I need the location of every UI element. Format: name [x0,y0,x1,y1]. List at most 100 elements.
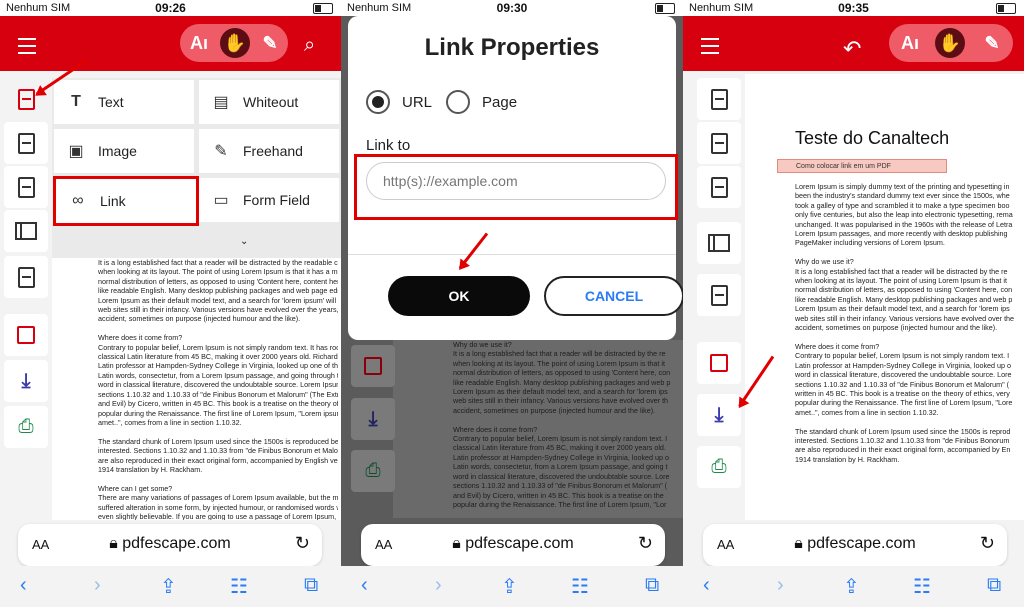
link-properties-dialog: Link Properties URL Page Link to OK CANC… [348,16,683,340]
sidebar-print-button[interactable]: ⎙ [4,406,48,448]
document-body-text: It is a long established fact that a rea… [98,258,338,520]
text-tool-icon[interactable]: Aı [895,28,925,58]
link-annotation[interactable]: Como colocar link em um PDF [777,159,947,173]
print-icon: ⎙ [365,460,381,481]
app-toolbar: ↶ Aı ✋ ✎ [683,16,1024,71]
menu-item-freehand[interactable]: ✎ Freehand [199,129,339,173]
share-icon[interactable]: ⇪ [843,574,860,599]
bookmarks-icon[interactable]: ☷ [230,574,248,599]
menu-item-text[interactable]: T Text [54,80,194,124]
save-icon [364,357,382,375]
ok-button[interactable]: OK [388,276,530,316]
download-icon: ⤓ [21,369,31,392]
hamburger-menu-icon[interactable] [18,38,36,54]
menu-item-form-field[interactable]: ▭ Form Field [199,178,339,222]
pencil-tool-icon[interactable]: ✎ [977,28,1007,58]
sidebar-save-button[interactable] [697,342,741,384]
sidebar-insert-button[interactable] [697,78,741,120]
download-icon: ⤓ [714,403,724,426]
sidebar-print-button[interactable]: ⎙ [351,450,395,492]
menu-item-label: Image [98,143,137,159]
sidebar-bookmark-button[interactable] [4,256,48,298]
sidebar-add-page-button[interactable] [4,122,48,164]
page-tools-icon [710,176,728,198]
share-icon[interactable]: ⇪ [501,574,518,599]
url-radio[interactable] [366,90,390,114]
battery-icon [996,3,1016,14]
hamburger-menu-icon[interactable] [701,38,719,54]
sidebar-save-button[interactable] [4,314,48,356]
forward-icon[interactable]: › [777,574,784,597]
sidebar-thumbnails-button[interactable] [4,210,48,252]
hand-tool-icon[interactable]: ✋ [935,28,965,58]
share-icon[interactable]: ⇪ [160,574,177,599]
chevron-down-icon[interactable]: ⌄ [240,236,248,247]
text-T-icon: T [71,93,81,110]
sidebar-insert-button[interactable] [4,78,48,120]
paint-roller-icon: ▤ [213,94,229,111]
tabs-icon[interactable]: ⧉ [304,574,318,597]
url-value: pdfescape.com [122,535,231,552]
sidebar-thumbnails-button[interactable] [697,222,741,264]
sidebar-add-page-button[interactable] [697,122,741,164]
forward-icon[interactable]: › [435,574,442,597]
battery-icon [313,3,333,14]
panel-insert-menu: Nenhum SIM 09:26 Aı ✋ ✎ ⌕ ⤓ ⎙ T Text ▤ Whi… [0,0,341,607]
reload-icon[interactable]: ↻ [638,533,653,554]
tabs-icon[interactable]: ⧉ [645,574,659,597]
clock: 09:26 [155,1,186,15]
document-body-text: Lorem Ipsum is simply dummy text of the … [795,182,1015,464]
dialog-title: Link Properties [424,34,600,61]
insert-menu: T Text ▤ Whiteout ▣ Image ✎ Freehand ∞ Link ▭… [52,78,341,258]
menu-item-image[interactable]: ▣ Image [54,129,194,173]
pencil-icon: ✎ [214,143,228,160]
hand-tool-icon[interactable]: ✋ [220,28,250,58]
sidebar-download-button[interactable]: ⤓ [351,398,395,440]
back-icon[interactable]: ‹ [20,574,27,597]
page-radio[interactable] [446,90,470,114]
reload-icon[interactable]: ↻ [980,533,995,554]
sidebar-download-button[interactable]: ⤓ [4,360,48,402]
url-text: 🔒︎ pdfescape.com [794,535,916,552]
pencil-tool-icon[interactable]: ✎ [255,28,285,58]
sidebar-page-tools-button[interactable] [697,166,741,208]
add-page-icon [710,132,728,154]
menu-item-label: Link [100,193,126,209]
back-icon[interactable]: ‹ [703,574,710,597]
address-bar[interactable]: AA 🔒︎ pdfescape.com ↻ [18,524,322,566]
url-text: 🔒︎ pdfescape.com [109,535,231,552]
search-icon[interactable]: ⌕ [304,34,326,56]
back-icon[interactable]: ‹ [361,574,368,597]
sidebar: ⤓ ⎙ [4,78,48,478]
sidebar-print-button[interactable]: ⎙ [697,446,741,488]
url-value: pdfescape.com [465,535,574,552]
status-bar: Nenhum SIM 09:26 [0,0,341,16]
menu-item-label: Whiteout [243,94,299,110]
sidebar-bookmark-button[interactable] [697,274,741,316]
tabs-icon[interactable]: ⧉ [987,574,1001,597]
reload-icon[interactable]: ↻ [295,533,310,554]
sidebar-download-button[interactable]: ⤓ [697,394,741,436]
forward-icon[interactable]: › [94,574,101,597]
bookmarks-icon[interactable]: ☷ [571,574,589,599]
sidebar-save-button[interactable] [351,345,395,387]
link-icon: ∞ [72,192,84,209]
address-bar[interactable]: AA 🔒︎ pdfescape.com ↻ [703,524,1007,566]
text-tool-icon[interactable]: Aı [184,28,214,58]
print-icon: ⎙ [711,456,727,477]
bookmark-icon [710,284,728,306]
bookmarks-icon[interactable]: ☷ [913,574,931,599]
menu-item-label: Freehand [243,143,303,159]
sidebar: ⤓ ⎙ [697,78,741,488]
save-icon [17,326,35,344]
sidebar-panel-icon [15,222,37,240]
menu-item-link[interactable]: ∞ Link [53,176,199,226]
bookmark-icon [17,266,35,288]
address-bar[interactable]: AA 🔒︎ pdfescape.com ↻ [361,524,665,566]
browser-bottom-bar: ‹ › ⇪ ☷ ⧉ [0,566,341,607]
cancel-button[interactable]: CANCEL [544,276,683,316]
sidebar-page-tools-button[interactable] [4,166,48,208]
menu-item-whiteout[interactable]: ▤ Whiteout [199,80,339,124]
undo-icon[interactable]: ↶ [843,36,861,62]
divider [348,254,676,255]
